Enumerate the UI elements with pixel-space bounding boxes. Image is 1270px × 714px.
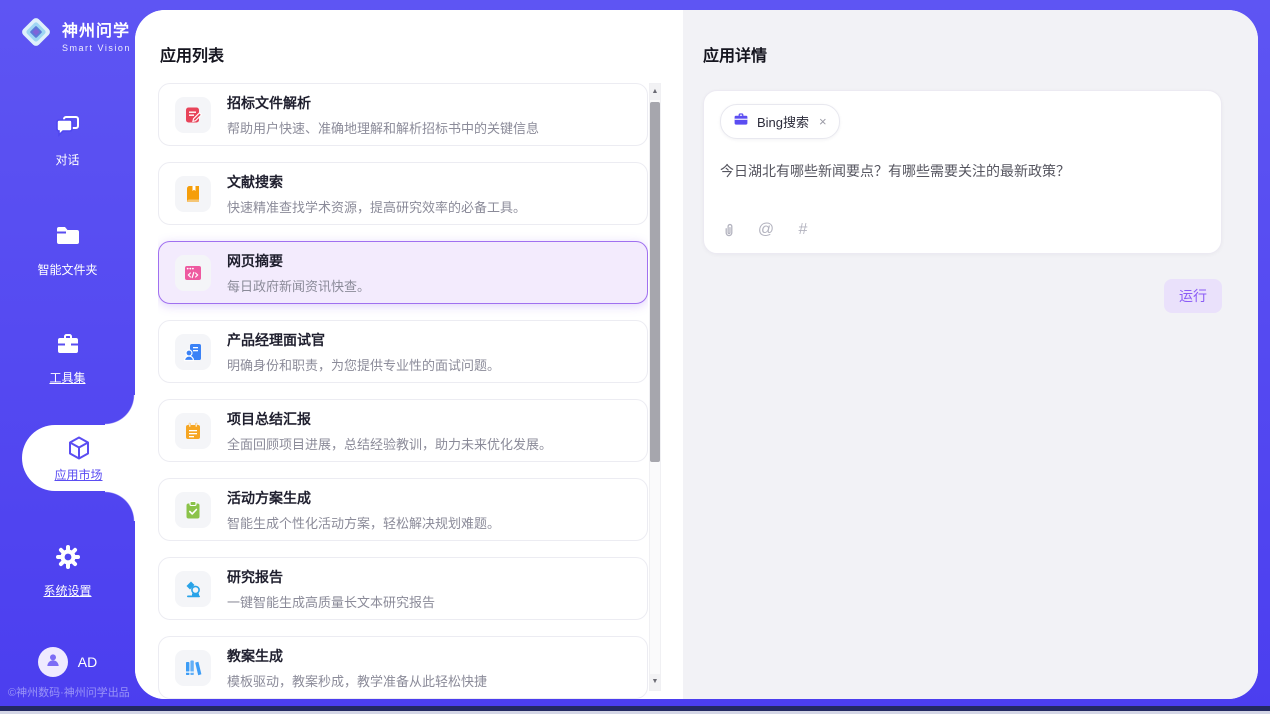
folder-icon xyxy=(54,222,82,250)
toolbox-icon xyxy=(54,330,82,358)
tool-tag-label: Bing搜索 xyxy=(757,112,809,131)
user-row[interactable]: AD xyxy=(0,647,135,677)
diamond-logo-icon xyxy=(18,14,54,55)
mention-icon[interactable]: @ xyxy=(757,221,775,239)
query-input[interactable]: 今日湖北有哪些新闻要点？有哪些需要关注的最新政策？ xyxy=(720,161,1205,221)
app-card[interactable]: 文献搜索 快速精准查找学术资源，提高研究效率的必备工具。 xyxy=(158,162,648,225)
app-card[interactable]: 教案生成 模板驱动，教案秒成，教学准备从此轻松快捷 xyxy=(158,636,648,699)
sidebar-item-chat[interactable]: 对话 xyxy=(0,112,135,168)
books-icon xyxy=(175,650,211,686)
attachment-icon[interactable] xyxy=(720,221,738,239)
app-detail-title: 应用详情 xyxy=(703,42,1222,66)
input-toolbar: @ # xyxy=(720,221,1205,239)
close-icon[interactable]: × xyxy=(819,115,827,128)
brand-subtitle: Smart Vision xyxy=(62,43,131,53)
scroll-up-icon[interactable]: ▲ xyxy=(650,84,660,100)
interview-icon xyxy=(175,334,211,370)
app-card-desc: 智能生成个性化活动方案，轻松解决规划难题。 xyxy=(227,513,500,532)
sidebar-item-label: 智能文件夹 xyxy=(0,261,135,278)
app-card[interactable]: 研究报告 一键智能生成高质量长文本研究报告 xyxy=(158,557,648,620)
scrollbar-thumb[interactable] xyxy=(650,102,660,462)
sidebar-item-label: 工具集 xyxy=(0,369,135,386)
microscope-icon xyxy=(175,571,211,607)
book-icon xyxy=(175,176,211,212)
brand-logo: 神州问学 Smart Vision xyxy=(18,14,131,55)
doc-edit-icon xyxy=(175,97,211,133)
web-window-icon xyxy=(175,255,211,291)
avatar[interactable] xyxy=(38,647,68,677)
sidebar-item-label: 应用市场 xyxy=(54,466,102,483)
app-card-title: 网页摘要 xyxy=(227,251,370,271)
app-card-desc: 帮助用户快速、准确地理解和解析招标书中的关键信息 xyxy=(227,118,539,137)
sidebar-item-toolset[interactable]: 工具集 xyxy=(0,330,135,386)
app-card-title: 活动方案生成 xyxy=(227,488,500,508)
clipboard-check-icon xyxy=(175,492,211,528)
app-card-title: 招标文件解析 xyxy=(227,93,539,113)
app-card-title: 研究报告 xyxy=(227,567,435,587)
app-list-panel: 应用列表 招标文件解析 帮助用户快速、准确地理解和解析招标书中的关键信息 文献搜… xyxy=(135,10,683,699)
list-scrollbar[interactable]: ▲ ▼ xyxy=(649,83,661,691)
cube-icon xyxy=(65,434,93,462)
note-icon xyxy=(175,413,211,449)
sidebar-item-smart-folder[interactable]: 智能文件夹 xyxy=(0,222,135,278)
main-content: 应用列表 招标文件解析 帮助用户快速、准确地理解和解析招标书中的关键信息 文献搜… xyxy=(135,10,1258,699)
app-card[interactable]: 活动方案生成 智能生成个性化活动方案，轻松解决规划难题。 xyxy=(158,478,648,541)
tool-tag-bing-search[interactable]: Bing搜索 × xyxy=(720,104,840,139)
app-card-desc: 一键智能生成高质量长文本研究报告 xyxy=(227,592,435,611)
briefcase-icon xyxy=(733,111,749,132)
run-button[interactable]: 运行 xyxy=(1164,279,1222,313)
sidebar-item-label: 对话 xyxy=(0,151,135,168)
scroll-down-icon[interactable]: ▼ xyxy=(650,674,660,690)
chat-icon xyxy=(54,112,82,140)
app-list-title: 应用列表 xyxy=(160,42,224,66)
user-icon xyxy=(44,651,62,674)
app-card-title: 项目总结汇报 xyxy=(227,409,552,429)
app-card-title: 产品经理面试官 xyxy=(227,330,500,350)
user-name: AD xyxy=(78,654,97,670)
app-card[interactable]: 招标文件解析 帮助用户快速、准确地理解和解析招标书中的关键信息 xyxy=(158,83,648,146)
hash-icon[interactable]: # xyxy=(794,221,812,239)
app-card-desc: 模板驱动，教案秒成，教学准备从此轻松快捷 xyxy=(227,671,487,690)
app-card-title: 文献搜索 xyxy=(227,172,526,192)
sidebar-item-label: 系统设置 xyxy=(0,582,135,599)
app-card-list: 招标文件解析 帮助用户快速、准确地理解和解析招标书中的关键信息 文献搜索 快速精… xyxy=(158,83,648,699)
app-card-desc: 明确身份和职责，为您提供专业性的面试问题。 xyxy=(227,355,500,374)
app-detail-panel: 应用详情 Bing搜索 × 今日湖北有哪些新闻要点？有哪些需要关注的最新政策？ … xyxy=(683,10,1258,699)
run-row: 运行 xyxy=(703,279,1222,313)
app-card-desc: 快速精准查找学术资源，提高研究效率的必备工具。 xyxy=(227,197,526,216)
query-card: Bing搜索 × 今日湖北有哪些新闻要点？有哪些需要关注的最新政策？ @ # xyxy=(703,90,1222,254)
app-card-desc: 全面回顾项目进展，总结经验教训，助力未来优化发展。 xyxy=(227,434,552,453)
app-card-desc: 每日政府新闻资讯快查。 xyxy=(227,276,370,295)
app-card-title: 教案生成 xyxy=(227,646,487,666)
brand-name: 神州问学 xyxy=(62,17,131,41)
gear-icon xyxy=(54,543,82,571)
app-card[interactable]: 网页摘要 每日政府新闻资讯快查。 xyxy=(158,241,648,304)
sidebar-item-settings[interactable]: 系统设置 xyxy=(0,543,135,599)
sidebar-item-app-market[interactable]: 应用市场 xyxy=(22,425,135,491)
app-card[interactable]: 产品经理面试官 明确身份和职责，为您提供专业性的面试问题。 xyxy=(158,320,648,383)
copyright-text: ©神州数码·神州问学出品 xyxy=(8,684,130,700)
app-card[interactable]: 项目总结汇报 全面回顾项目进展，总结经验教训，助力未来优化发展。 xyxy=(158,399,648,462)
sidebar: 神州问学 Smart Vision 对话 智能文件夹 工具集 应用市场 系统设置… xyxy=(0,0,135,707)
